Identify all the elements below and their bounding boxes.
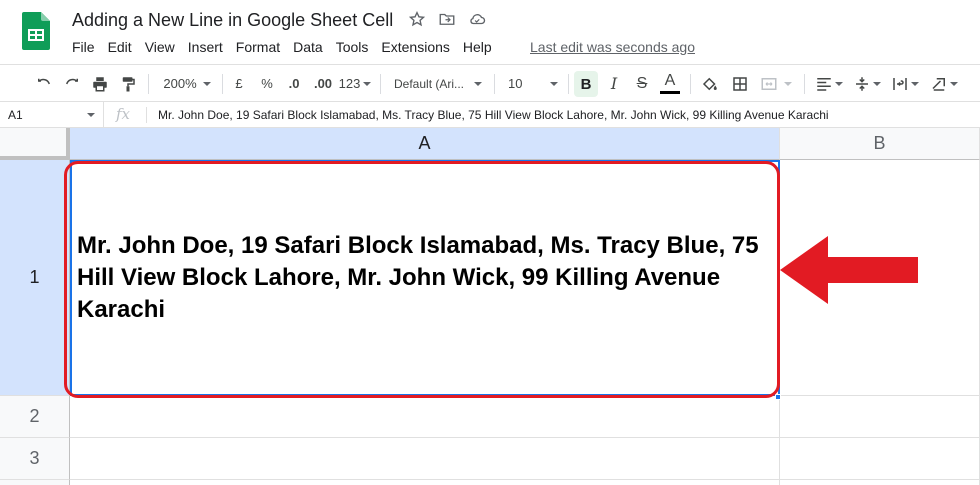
fx-icon: fx — [116, 105, 131, 123]
font-family-value: Default (Ari... — [394, 76, 465, 91]
chevron-down-icon — [202, 81, 211, 86]
menu-edit[interactable]: Edit — [108, 39, 132, 55]
row-header-2[interactable]: 2 — [0, 396, 70, 438]
cell-b4[interactable] — [780, 480, 980, 485]
chevron-down-icon — [835, 81, 843, 86]
chevron-down-icon — [911, 81, 919, 86]
menu-bar: File Edit View Insert Format Data Tools … — [72, 39, 505, 55]
currency-button[interactable]: £ — [228, 65, 250, 102]
text-color-swatch — [660, 91, 680, 94]
menu-help[interactable]: Help — [463, 39, 492, 55]
font-size-select[interactable]: 10 — [502, 65, 564, 102]
menu-file[interactable]: File — [72, 39, 95, 55]
text-rotation-icon[interactable] — [926, 65, 962, 102]
fill-color-icon[interactable] — [698, 65, 722, 102]
menu-tools[interactable]: Tools — [336, 39, 369, 55]
text-color-letter: A — [664, 72, 676, 89]
text-wrapping-icon[interactable] — [888, 65, 922, 102]
menu-extensions[interactable]: Extensions — [381, 39, 449, 55]
toolbar: 200% £ % .0 .00 123 Default (Ari... 10 B… — [0, 64, 980, 102]
chevron-down-icon — [950, 81, 958, 86]
number-format-select[interactable]: 123 — [338, 65, 372, 102]
fill-handle[interactable] — [775, 394, 781, 400]
title-bar: Adding a New Line in Google Sheet Cell F… — [0, 0, 980, 64]
menu-view[interactable]: View — [145, 39, 175, 55]
cell-a4[interactable] — [70, 480, 780, 485]
cell-reference: A1 — [8, 108, 23, 122]
horizontal-align-icon[interactable] — [812, 65, 846, 102]
last-edit-link[interactable]: Last edit was seconds ago — [530, 39, 695, 55]
bold-button[interactable]: B — [574, 71, 598, 97]
decrease-decimal-button[interactable]: .0 — [282, 65, 306, 102]
column-header-b[interactable]: B — [780, 128, 980, 160]
column-header-a[interactable]: A — [70, 128, 780, 160]
zoom-select[interactable]: 200% — [158, 65, 216, 102]
font-size-value: 10 — [508, 76, 523, 91]
paint-format-icon[interactable] — [116, 65, 140, 102]
zoom-value: 200% — [163, 76, 197, 91]
row-header-4[interactable] — [0, 480, 70, 485]
number-format-label: 123 — [338, 76, 361, 91]
chevron-down-icon — [550, 81, 558, 86]
google-sheets-logo-icon[interactable] — [22, 12, 50, 50]
menu-insert[interactable]: Insert — [188, 39, 223, 55]
cell-a3[interactable] — [70, 438, 780, 480]
chevron-down-icon — [87, 113, 95, 117]
print-icon[interactable] — [88, 65, 112, 102]
chevron-down-icon — [784, 81, 792, 86]
formula-input[interactable]: Mr. John Doe, 19 Safari Block Islamabad,… — [158, 108, 829, 122]
vertical-align-icon[interactable] — [850, 65, 884, 102]
menu-data[interactable]: Data — [293, 39, 323, 55]
row-header-1[interactable]: 1 — [0, 160, 70, 396]
cell-b3[interactable] — [780, 438, 980, 480]
star-icon[interactable] — [408, 10, 426, 28]
annotation-highlight-box — [64, 161, 780, 398]
font-family-select[interactable]: Default (Ari... — [388, 65, 488, 102]
menu-format[interactable]: Format — [236, 39, 280, 55]
name-box[interactable]: A1 — [0, 102, 104, 127]
italic-button[interactable]: I — [602, 65, 626, 102]
select-all-corner[interactable] — [0, 128, 70, 160]
percent-button[interactable]: % — [256, 65, 278, 102]
annotation-arrow-icon — [780, 236, 920, 309]
text-color-button[interactable]: A — [658, 65, 682, 102]
formula-bar: A1 fx Mr. John Doe, 19 Safari Block Isla… — [0, 102, 980, 128]
redo-icon[interactable] — [60, 65, 84, 102]
borders-icon[interactable] — [728, 65, 752, 102]
cell-b2[interactable] — [780, 396, 980, 438]
cloud-saved-icon[interactable] — [468, 10, 486, 28]
undo-icon[interactable] — [32, 65, 56, 102]
row-header-3[interactable]: 3 — [0, 438, 70, 480]
merge-cells-icon[interactable] — [756, 65, 796, 102]
document-title[interactable]: Adding a New Line in Google Sheet Cell — [72, 10, 393, 31]
strikethrough-button[interactable]: S — [630, 65, 654, 102]
chevron-down-icon — [474, 81, 482, 86]
move-folder-icon[interactable] — [438, 10, 456, 28]
increase-decimal-button[interactable]: .00 — [310, 65, 336, 102]
chevron-down-icon — [363, 81, 372, 86]
cell-a2[interactable] — [70, 396, 780, 438]
chevron-down-icon — [873, 81, 881, 86]
